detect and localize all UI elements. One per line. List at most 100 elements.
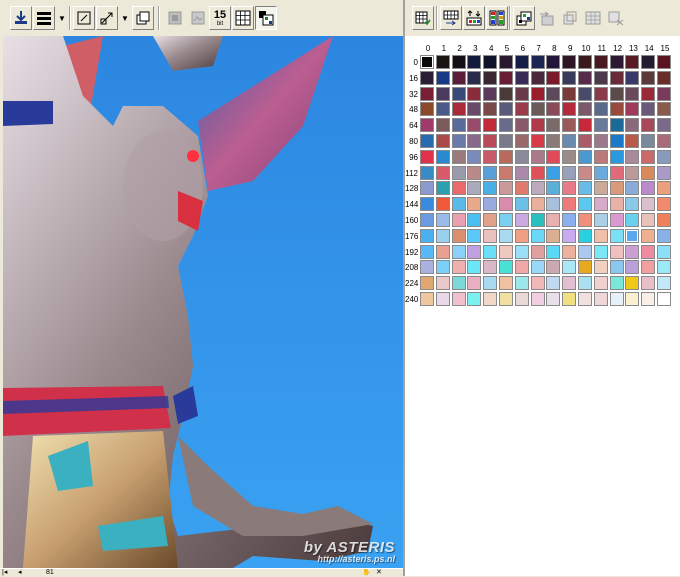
- palette-swatch[interactable]: [530, 86, 545, 101]
- palette-swatch[interactable]: [467, 118, 482, 133]
- palette-swatch[interactable]: [625, 165, 640, 180]
- palette-swatch[interactable]: [435, 197, 450, 212]
- palette-swatch[interactable]: [483, 86, 498, 101]
- palette-swatch[interactable]: [530, 102, 545, 117]
- palette-swatch[interactable]: [546, 70, 561, 85]
- grid-icon[interactable]: [232, 6, 254, 30]
- palette-swatch[interactable]: [593, 134, 608, 148]
- palette-swatch[interactable]: [578, 55, 592, 69]
- palette-swatch[interactable]: [609, 102, 624, 117]
- palette-swatch[interactable]: [609, 149, 624, 164]
- palette-swatch[interactable]: [546, 181, 561, 196]
- palette-swatch[interactable]: [467, 102, 482, 117]
- palette-swatch[interactable]: [593, 213, 608, 227]
- palette-swatch[interactable]: [578, 228, 592, 243]
- palette-swatch[interactable]: [641, 228, 656, 243]
- palette-swatch[interactable]: [641, 118, 656, 133]
- palette-swatch[interactable]: [625, 260, 640, 275]
- palette-swatch[interactable]: [546, 165, 561, 180]
- palette-swatch[interactable]: [420, 228, 434, 243]
- palette-swatch[interactable]: [467, 197, 482, 212]
- palette-swatch[interactable]: [514, 55, 529, 69]
- palette-sort-icon[interactable]: [463, 6, 485, 30]
- palette-swatch[interactable]: [593, 197, 608, 212]
- palette-swatch[interactable]: [483, 55, 498, 69]
- palette-swatch[interactable]: [435, 102, 450, 117]
- palette-swatch[interactable]: [467, 55, 482, 69]
- palette-swatch[interactable]: [514, 102, 529, 117]
- palette-swatch[interactable]: [467, 134, 482, 148]
- palette-swatch[interactable]: [657, 102, 671, 117]
- palette-swatch[interactable]: [657, 197, 671, 212]
- palette-swatch[interactable]: [578, 181, 592, 196]
- palette-swatch[interactable]: [499, 292, 513, 306]
- palette-swatch[interactable]: [514, 197, 529, 212]
- dropdown-arrow-icon[interactable]: ▼: [57, 6, 67, 30]
- palette-swatch[interactable]: [530, 228, 545, 243]
- palette-swatch[interactable]: [420, 118, 434, 133]
- palette-swatch[interactable]: [514, 244, 529, 259]
- palette-swatch[interactable]: [514, 149, 529, 164]
- palette-swatch[interactable]: [625, 134, 640, 148]
- palette-swatch[interactable]: [483, 102, 498, 117]
- palette-swatch[interactable]: [483, 70, 498, 85]
- palette-swatch[interactable]: [562, 260, 577, 275]
- palette-swatch[interactable]: [641, 181, 656, 196]
- palette-swatch[interactable]: [514, 134, 529, 148]
- palette-swatch[interactable]: [546, 134, 561, 148]
- palette-swatch[interactable]: [641, 276, 656, 291]
- palette-swatch[interactable]: [641, 292, 656, 306]
- palette-swatch[interactable]: [562, 70, 577, 85]
- palette-swatch[interactable]: [451, 102, 466, 117]
- palette-swatch[interactable]: [420, 86, 434, 101]
- palette-swatch[interactable]: [483, 244, 498, 259]
- palette-grid-icon[interactable]: [582, 6, 604, 30]
- palette-swatch[interactable]: [483, 213, 498, 227]
- palette-swatch[interactable]: [562, 118, 577, 133]
- palette-swatch-selected-background[interactable]: [625, 228, 640, 243]
- palette-swatch[interactable]: [530, 244, 545, 259]
- palette-swatch[interactable]: [578, 86, 592, 101]
- palette-swatch[interactable]: [625, 181, 640, 196]
- palette-swatch[interactable]: [514, 118, 529, 133]
- palette-swatch[interactable]: [483, 260, 498, 275]
- palette-swatch[interactable]: [420, 260, 434, 275]
- palette-clear-icon[interactable]: [605, 6, 627, 30]
- palette-swatch[interactable]: [499, 228, 513, 243]
- palette-swatch[interactable]: [435, 181, 450, 196]
- palette-swatch[interactable]: [578, 70, 592, 85]
- palette-swatch[interactable]: [546, 149, 561, 164]
- palette-swatch[interactable]: [657, 118, 671, 133]
- palette-swatch[interactable]: [625, 149, 640, 164]
- palette-swatch[interactable]: [641, 197, 656, 212]
- palette-swatch[interactable]: [451, 86, 466, 101]
- palette-swatch[interactable]: [641, 70, 656, 85]
- palette-swatch[interactable]: [499, 260, 513, 275]
- palette-swatch[interactable]: [467, 149, 482, 164]
- palette-undo-icon[interactable]: [536, 6, 558, 30]
- transform-icon[interactable]: [96, 6, 118, 30]
- palette-swatch[interactable]: [546, 55, 561, 69]
- palette-swatch[interactable]: [562, 292, 577, 306]
- palette-swatch[interactable]: [530, 213, 545, 227]
- palette-swatch[interactable]: [593, 55, 608, 69]
- palette-swatch[interactable]: [546, 260, 561, 275]
- palette-swatch[interactable]: [420, 197, 434, 212]
- palette-swatch[interactable]: [562, 228, 577, 243]
- palette-swatch[interactable]: [593, 292, 608, 306]
- palette-swatch[interactable]: [609, 181, 624, 196]
- palette-swatch[interactable]: [435, 86, 450, 101]
- palette-swatch[interactable]: [609, 244, 624, 259]
- palette-swatch[interactable]: [657, 181, 671, 196]
- palette-swatch[interactable]: [625, 86, 640, 101]
- palette-swatch[interactable]: [578, 276, 592, 291]
- palette-swatch-selected-foreground[interactable]: [419, 54, 435, 70]
- palette-apply-icon[interactable]: [412, 6, 434, 30]
- copy-window-icon[interactable]: [132, 6, 154, 30]
- palette-swatch[interactable]: [593, 102, 608, 117]
- palette-swatch[interactable]: [641, 102, 656, 117]
- palette-swatch[interactable]: [578, 149, 592, 164]
- palette-swatch[interactable]: [562, 244, 577, 259]
- palette-swatch[interactable]: [435, 118, 450, 133]
- palette-swatch[interactable]: [530, 149, 545, 164]
